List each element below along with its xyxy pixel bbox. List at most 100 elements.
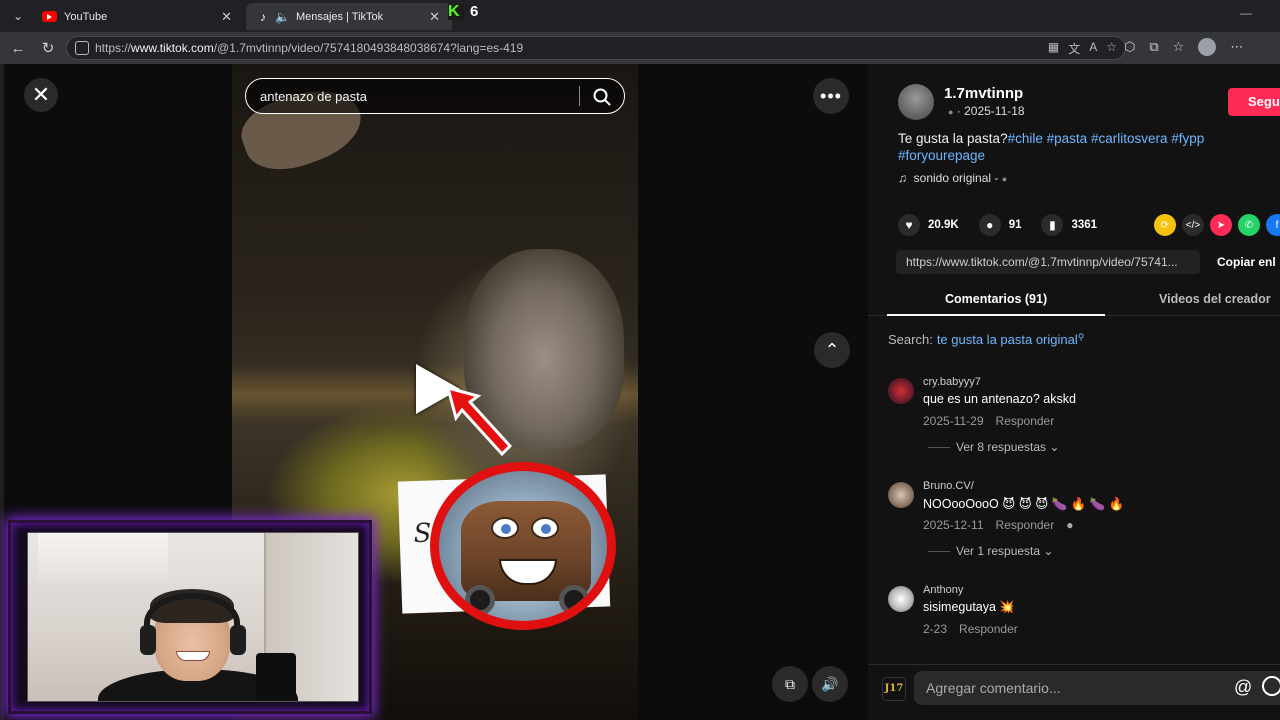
hashtag-link[interactable]: #chile (1008, 131, 1043, 146)
split-screen-icon[interactable]: ⧉ (1149, 39, 1158, 55)
hashtag-link[interactable]: #pasta (1047, 131, 1088, 146)
headset-earcup (140, 625, 156, 655)
author-name[interactable]: 1.7mvtinnp (944, 85, 1023, 102)
view-replies-label: Ver 8 respuestas (956, 440, 1047, 454)
url-text[interactable]: https://www.tiktok.com/@1.7mvtinnp/video… (95, 41, 523, 55)
search-small-icon: ⚲ (1077, 332, 1085, 342)
webcam-feed (27, 532, 359, 702)
tab-youtube-title: YouTube (64, 10, 108, 23)
follow-button[interactable]: Segu (1228, 88, 1280, 116)
overlay-badge-count: 6 (470, 3, 479, 20)
close-tab-icon[interactable]: ✕ (429, 9, 440, 25)
favorite-star-icon[interactable]: ☆ (1106, 40, 1117, 57)
facebook-icon[interactable]: f (1266, 214, 1280, 236)
browser-tabbar: ⌄ YouTube ✕ ♪ 🔈 Mensajes | TikTok ✕ K 6 … (0, 0, 1280, 32)
comment-composer: J17 @ (868, 664, 1280, 720)
favorites-icon[interactable]: ☆ (1173, 39, 1185, 55)
profile-avatar[interactable] (1198, 38, 1217, 56)
like-count: 20.9K (928, 219, 959, 231)
hashtag-link[interactable]: #foryourepage (898, 148, 985, 163)
tiktok-icon: ♪ (260, 9, 266, 24)
tab-creator-videos[interactable]: Videos del creador (1159, 292, 1271, 306)
active-tab-indicator (887, 314, 1105, 316)
panel-tabs: Comentarios (91) Videos del creador (868, 286, 1280, 316)
read-aloud-icon[interactable]: A (1089, 40, 1097, 57)
comment-date: 2-23 (923, 622, 948, 636)
comment-text: que es un antenazo? akskd (923, 392, 1076, 406)
tab-comments[interactable]: Comentarios (91) (945, 292, 1047, 306)
previous-video-button[interactable]: ⌃ (814, 332, 850, 368)
address-toolbar: ← ↻ https://www.tiktok.com/@1.7mvtinnp/v… (0, 32, 1280, 64)
webcam-shelf (38, 533, 168, 583)
url-path: /@1.7mvtinnp/video/7574180493848038674?l… (213, 41, 524, 55)
share-link-field[interactable]: https://www.tiktok.com/@1.7mvtinnp/video… (896, 250, 1200, 274)
comment-bubble-icon: ● (978, 214, 1001, 236)
browser-actions: ⬡ ⧉ ☆ ⋯ (1124, 38, 1243, 56)
hashtag-link[interactable]: #carlitosvera (1091, 131, 1168, 146)
comment-text: NOOooOooO 😈 😈 😈 🍆 🔥 🍆 🔥 (923, 497, 1125, 511)
view-replies-button[interactable]: Ver 8 respuestas ⌄ (928, 440, 1059, 454)
more-options-icon[interactable]: ⋯ (1230, 39, 1243, 55)
save-button[interactable]: ▮ 3361 (1041, 214, 1097, 236)
volume-button[interactable]: 🔊 (812, 666, 848, 702)
creator-liked-icon: ● (1066, 518, 1074, 532)
commenter-avatar[interactable] (888, 586, 914, 612)
commenter-avatar[interactable] (888, 378, 914, 404)
search-suggestion[interactable]: Search: te gusta la pasta original⚲ (888, 332, 1084, 347)
tab-youtube[interactable]: YouTube ✕ (32, 3, 244, 30)
chevron-down-icon: ⌄ (1049, 440, 1060, 454)
close-video-button[interactable]: ✕ (24, 78, 58, 112)
comment-text: sisimegutaya 💥 (923, 600, 1015, 614)
youtube-icon (42, 11, 57, 22)
minimize-icon[interactable]: — (1240, 6, 1252, 20)
send-icon[interactable]: ➤ (1210, 214, 1232, 236)
search-icon[interactable] (592, 87, 612, 107)
more-options-button[interactable]: ••• (813, 78, 849, 114)
repost-icon[interactable]: ⟳ (1154, 214, 1176, 236)
app-icon[interactable]: ▦ (1048, 40, 1059, 57)
comment-username[interactable]: Bruno.CV/ (923, 480, 974, 492)
copy-link-button[interactable]: Copiar enl (1217, 255, 1276, 269)
reply-button[interactable]: Responder (959, 622, 1018, 636)
red-arrow-icon (445, 385, 513, 457)
music-note-icon: ♫ (898, 171, 907, 185)
video-search-bar[interactable]: antenazo de pasta (245, 78, 625, 114)
hashtag-link[interactable]: #fypp (1171, 131, 1204, 146)
url-bar[interactable]: https://www.tiktok.com/@1.7mvtinnp/video… (66, 36, 1126, 60)
comment-username[interactable]: Anthony (923, 584, 963, 596)
site-info-icon[interactable] (75, 41, 89, 55)
back-arrow-icon[interactable]: ← (8, 38, 28, 58)
reply-button[interactable]: Responder (996, 414, 1055, 428)
whatsapp-icon[interactable]: ✆ (1238, 214, 1260, 236)
mini-player-button[interactable]: ⧉ (772, 666, 808, 702)
microphone-icon (256, 653, 296, 701)
url-actions: ▦ 文 A ☆ (1048, 40, 1117, 57)
commenter-avatar[interactable] (888, 482, 914, 508)
extensions-icon[interactable]: ⬡ (1124, 39, 1135, 55)
share-link-row: https://www.tiktok.com/@1.7mvtinnp/video… (896, 250, 1280, 274)
comment-button[interactable]: ● 91 (978, 214, 1021, 236)
sound-link[interactable]: ♫ sonido original - ● (898, 171, 1007, 185)
comment-username[interactable]: cry.babyyy7 (923, 376, 981, 388)
current-user-avatar[interactable]: J17 (882, 677, 906, 701)
tab-list-chevron-icon[interactable]: ⌄ (8, 6, 28, 26)
search-suggestion-label: Search: (888, 332, 933, 347)
tab-tiktok[interactable]: ♪ 🔈 Mensajes | TikTok ✕ (246, 3, 452, 30)
reload-icon[interactable]: ↻ (38, 38, 58, 58)
headset-icon (144, 593, 240, 653)
save-count: 3361 (1071, 219, 1098, 231)
translate-icon[interactable]: 文 (1068, 40, 1080, 57)
close-tab-icon[interactable]: ✕ (221, 9, 232, 25)
search-suggestion-query[interactable]: te gusta la pasta original (937, 332, 1078, 347)
emoji-icon[interactable] (1262, 676, 1280, 696)
chevron-down-icon: ⌄ (1043, 544, 1054, 558)
search-divider (579, 86, 580, 106)
embed-code-icon[interactable]: </> (1182, 214, 1204, 236)
comment-input[interactable] (914, 671, 1280, 705)
view-replies-button[interactable]: Ver 1 respuesta ⌄ (928, 544, 1053, 558)
reply-button[interactable]: Responder (996, 518, 1055, 532)
like-button[interactable]: ♥ 20.9K (898, 214, 959, 236)
author-avatar[interactable] (898, 84, 934, 120)
speaker-icon[interactable]: 🔈 (275, 10, 290, 24)
mention-at-icon[interactable]: @ (1234, 677, 1252, 698)
